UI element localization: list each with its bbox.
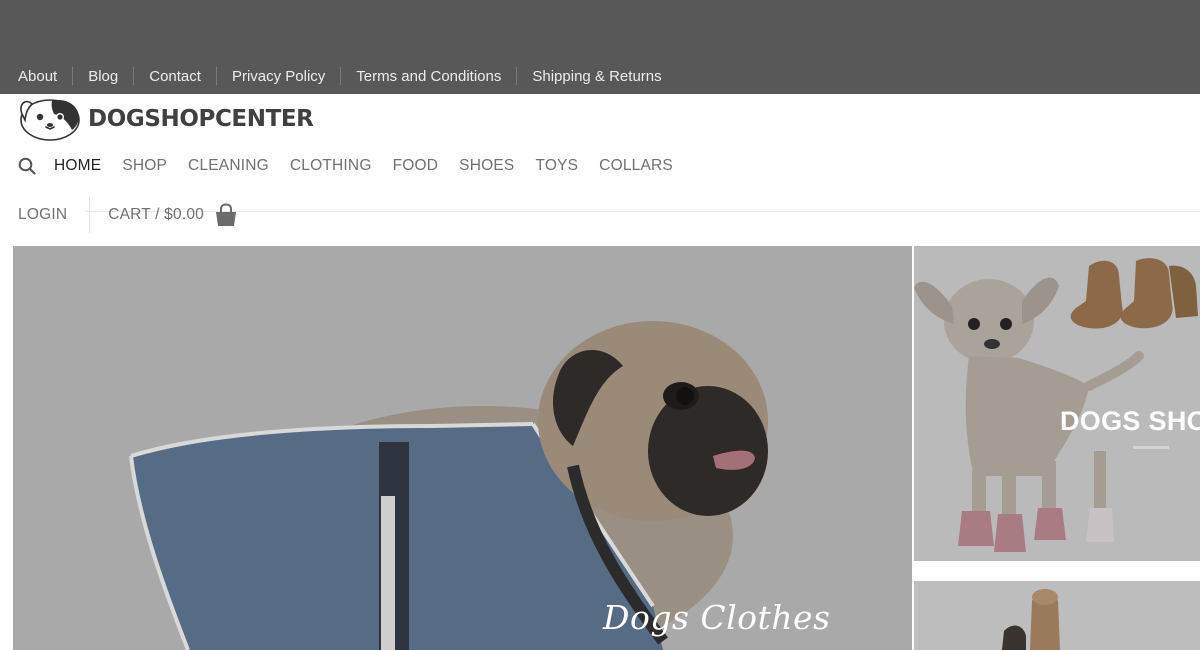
nav-item-collars[interactable]: COLLARS: [599, 157, 673, 175]
nav-item-clothing[interactable]: CLOTHING: [290, 157, 372, 175]
top-nav: About Blog Contact Privacy Policy Terms …: [18, 66, 662, 86]
banner-gap: [914, 561, 1200, 581]
top-link-privacy-policy[interactable]: Privacy Policy: [232, 68, 325, 85]
nav-item-food[interactable]: FOOD: [393, 157, 439, 175]
main-nav: HOME SHOP CLEANING CLOTHING FOOD SHOES T…: [18, 155, 694, 177]
divider: [516, 67, 518, 85]
nav-item-home[interactable]: HOME: [54, 157, 101, 175]
hero-banner[interactable]: Dogs Clothes: [13, 246, 912, 650]
nav-item-shoes[interactable]: SHOES: [459, 157, 514, 175]
top-link-contact[interactable]: Contact: [149, 68, 201, 85]
divider: [133, 67, 135, 85]
top-link-about[interactable]: About: [18, 68, 57, 85]
top-link-terms[interactable]: Terms and Conditions: [356, 68, 501, 85]
cart-link[interactable]: CART / $0.00: [108, 203, 238, 227]
side-banner-shoes[interactable]: DOGS SHO: [914, 246, 1200, 561]
divider: [72, 67, 74, 85]
header-divider: [86, 211, 1200, 212]
nav-item-cleaning[interactable]: CLEANING: [188, 157, 269, 175]
side-banner-grooming[interactable]: [914, 581, 1200, 650]
shopping-bag-icon: [214, 203, 238, 227]
pug-in-coat-image: [129, 321, 768, 650]
title-underline: [1133, 446, 1169, 449]
divider: [215, 67, 217, 85]
top-link-shipping[interactable]: Shipping & Returns: [532, 68, 661, 85]
brand-name: DOGSHOPCENTER: [88, 106, 314, 132]
hero-caption: Dogs Clothes: [603, 598, 831, 637]
site-logo[interactable]: DOGSHOPCENTER: [18, 96, 314, 142]
search-button[interactable]: [18, 157, 36, 175]
search-icon: [18, 157, 36, 175]
divider: [89, 197, 91, 233]
dog-logo-icon: [20, 99, 80, 141]
divider: [340, 67, 342, 85]
login-link[interactable]: LOGIN: [18, 206, 67, 224]
top-bar: About Blog Contact Privacy Policy Terms …: [0, 0, 1200, 94]
account-bar: LOGIN CART / $0.00: [18, 197, 238, 233]
puppy-in-shoes-image: [914, 258, 1198, 552]
cart-label: CART / $0.00: [108, 206, 204, 223]
top-link-blog[interactable]: Blog: [88, 68, 118, 85]
nav-item-shop[interactable]: SHOP: [122, 157, 167, 175]
brush-image: [1002, 589, 1060, 650]
side-banner-title: DOGS SHO: [1060, 406, 1200, 436]
nav-item-toys[interactable]: TOYS: [535, 157, 578, 175]
